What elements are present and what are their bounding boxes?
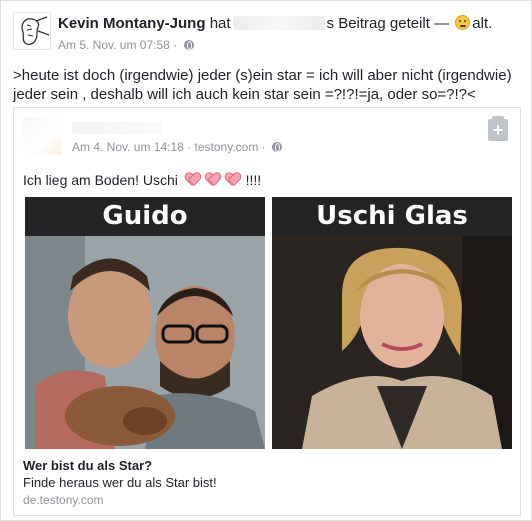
shared-avatar[interactable]	[23, 117, 61, 155]
link-title[interactable]: Wer bist du als Star?	[23, 458, 152, 473]
shared-separator: ·	[187, 140, 192, 154]
post-timestamp[interactable]: Am 5. Nov. um 07:58	[58, 38, 170, 52]
shared-separator-2: ·	[261, 140, 266, 154]
panel-title: Uschi Glas	[272, 197, 512, 236]
author-avatar[interactable]	[13, 12, 51, 50]
emoji-icon	[455, 15, 471, 30]
action-prefix: hat	[209, 15, 231, 32]
link-domain[interactable]: de.testony.com	[23, 493, 103, 507]
shared-meta: Am 4. Nov. um 14:18 · testony.com ·	[72, 140, 283, 154]
facebook-post: Kevin Montany-Jung hat s Beitrag geteilt …	[0, 0, 532, 521]
redacted-name	[232, 16, 325, 30]
post-meta: Am 5. Nov. um 07:58 ·	[58, 38, 194, 52]
image-panel-guido[interactable]: Guido	[25, 197, 265, 449]
image-panel-uschi[interactable]: Uschi Glas	[272, 197, 512, 449]
shared-post[interactable]: Am 4. Nov. um 14:18 · testony.com · Ich …	[13, 107, 521, 516]
link-description[interactable]: Finde heraus wer du als Star bist!	[23, 475, 217, 490]
heart-icon	[225, 173, 239, 186]
heart-icon	[185, 173, 199, 186]
shared-text-suffix: !!!!	[245, 172, 262, 188]
action-suffix: s Beitrag geteilt —	[326, 15, 450, 32]
meta-separator: ·	[173, 38, 178, 52]
save-icon[interactable]	[488, 116, 508, 141]
post-text: >heute ist doch (irgendwie) jeder (s)ein…	[13, 67, 512, 103]
globe-icon	[272, 142, 283, 152]
post-header: Kevin Montany-Jung hat s Beitrag geteilt …	[58, 15, 492, 32]
heart-icon	[205, 173, 219, 186]
feeling-text: alt.	[472, 15, 493, 32]
avatar-sketch-icon	[21, 16, 50, 46]
shared-text: Ich lieg am Boden! Uschi !!!!	[23, 172, 261, 188]
panel-title: Guido	[25, 197, 265, 236]
photo-guido	[25, 236, 265, 449]
shared-source[interactable]: testony.com	[195, 140, 259, 154]
photo-uschi	[272, 236, 512, 449]
redacted-shared-name	[72, 122, 162, 134]
shared-timestamp[interactable]: Am 4. Nov. um 14:18	[72, 140, 184, 154]
globe-icon	[183, 40, 194, 50]
photo-guido-illustration	[25, 236, 265, 449]
shared-text-main: Ich lieg am Boden! Uschi	[23, 172, 178, 188]
author-name[interactable]: Kevin Montany-Jung	[58, 15, 206, 32]
photo-uschi-illustration	[272, 236, 512, 449]
